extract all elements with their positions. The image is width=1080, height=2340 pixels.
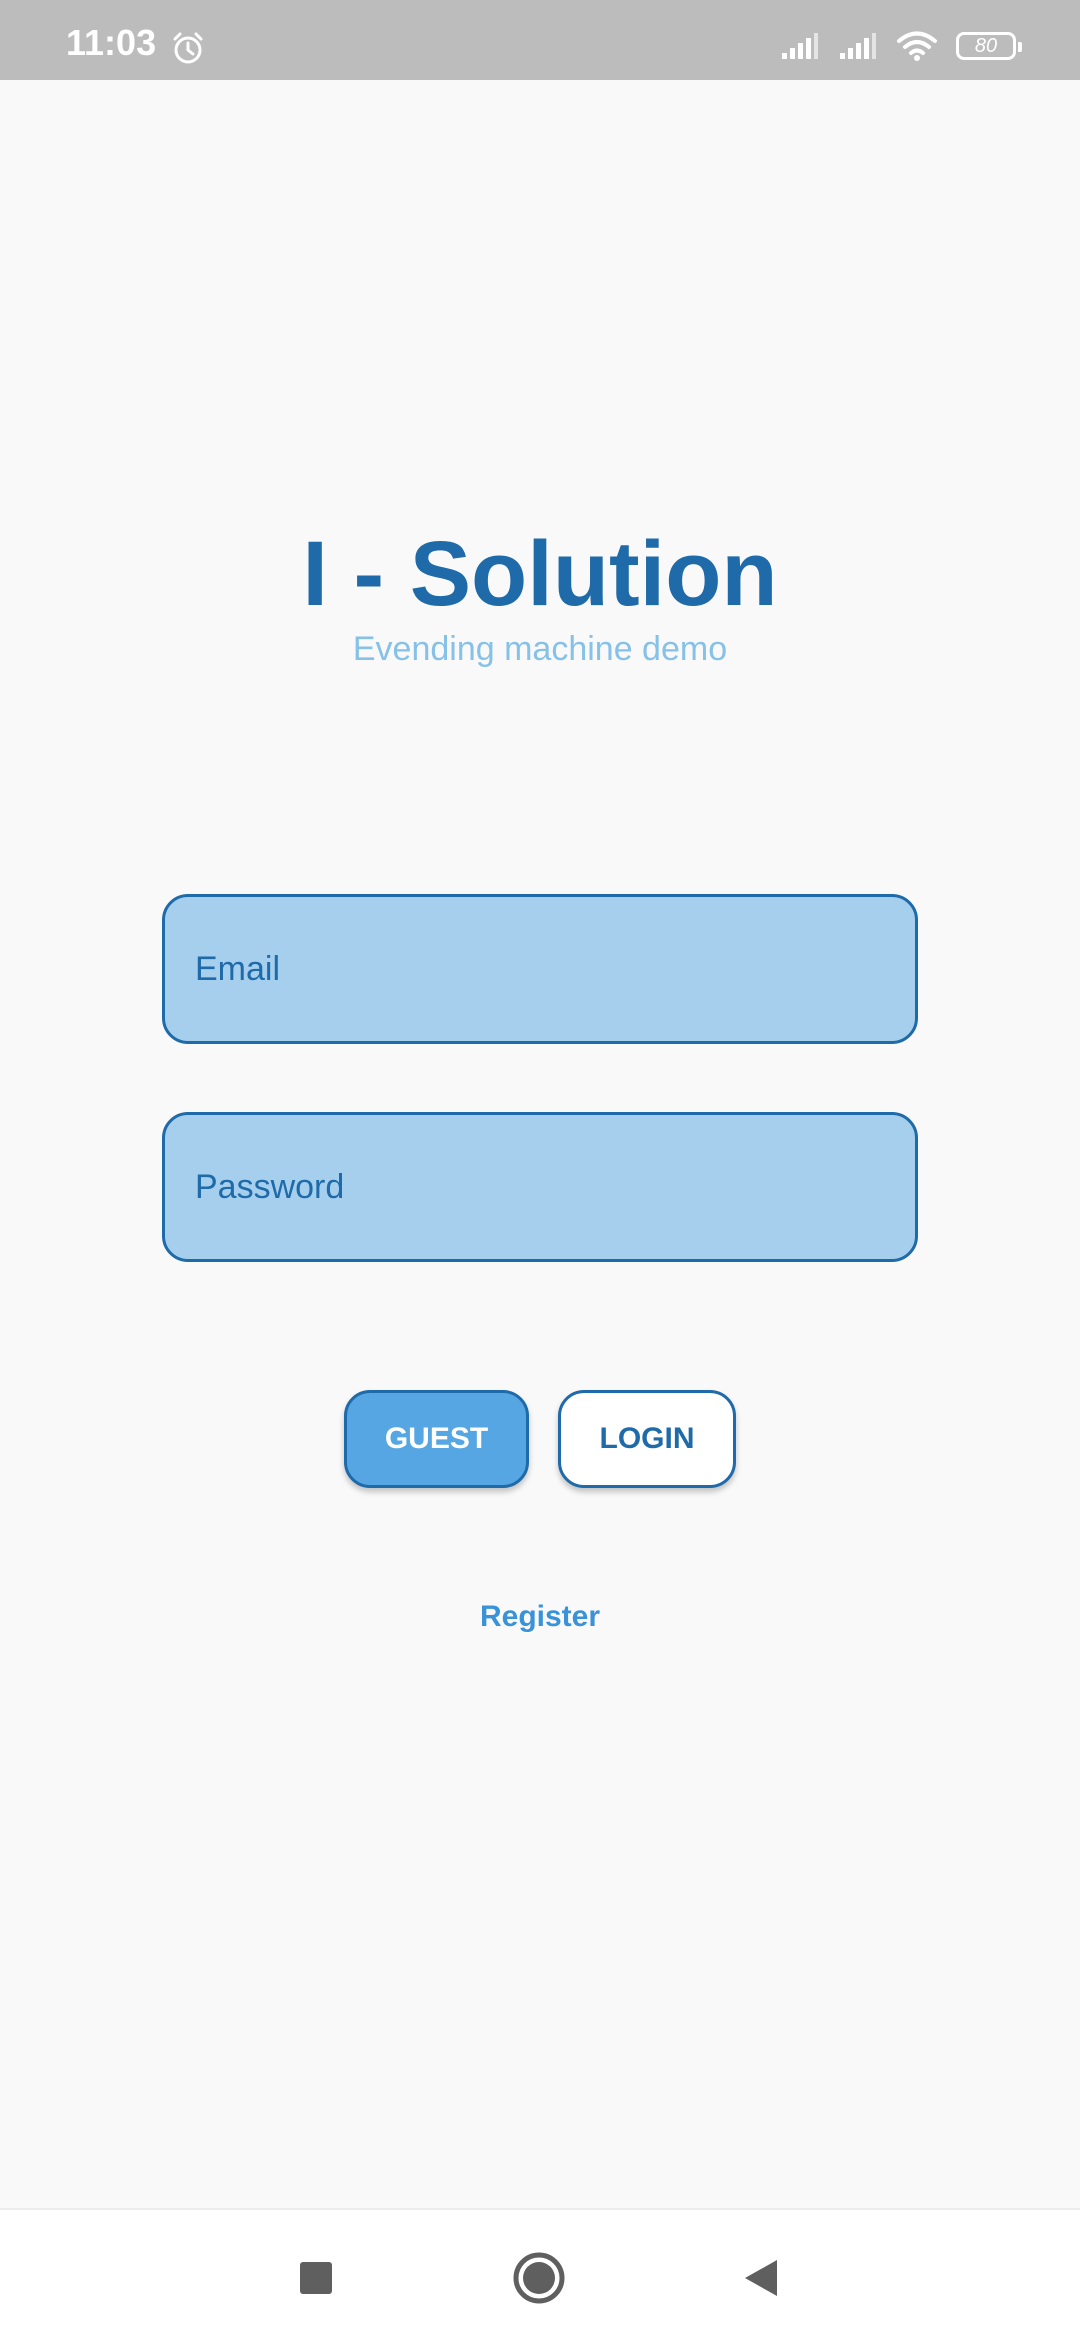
recent-apps-button[interactable] — [288, 2250, 344, 2306]
app-title: I - Solution — [302, 523, 778, 625]
register-link[interactable]: Register — [0, 1600, 1080, 1634]
status-time: 11:03 — [66, 22, 157, 63]
app-subtitle: Evending machine demo — [352, 630, 728, 668]
status-bar: 11:03 80 — [0, 0, 1080, 80]
status-indicators: 80 — [780, 26, 1022, 66]
recent-apps-icon — [300, 2262, 332, 2294]
wifi-icon — [897, 31, 937, 61]
guest-button[interactable]: GUEST — [344, 1390, 529, 1488]
signal-icon — [840, 33, 876, 59]
login-button-label: LOGIN — [599, 1422, 695, 1455]
back-icon — [745, 2260, 777, 2296]
alarm-icon — [173, 32, 203, 64]
home-icon — [513, 2252, 565, 2304]
battery-level: 80 — [974, 34, 998, 57]
home-button[interactable] — [511, 2250, 567, 2306]
login-screen: 11:03 80 I - Solution Evending machine d… — [0, 0, 1080, 2340]
signal-icon — [782, 33, 818, 59]
guest-button-label: GUEST — [384, 1422, 489, 1455]
battery-icon: 80 — [956, 32, 1022, 60]
back-button[interactable] — [733, 2250, 789, 2306]
password-field[interactable] — [162, 1112, 918, 1262]
navigation-bar — [0, 2208, 1080, 2340]
email-field[interactable] — [162, 894, 918, 1044]
login-button[interactable]: LOGIN — [558, 1390, 736, 1488]
